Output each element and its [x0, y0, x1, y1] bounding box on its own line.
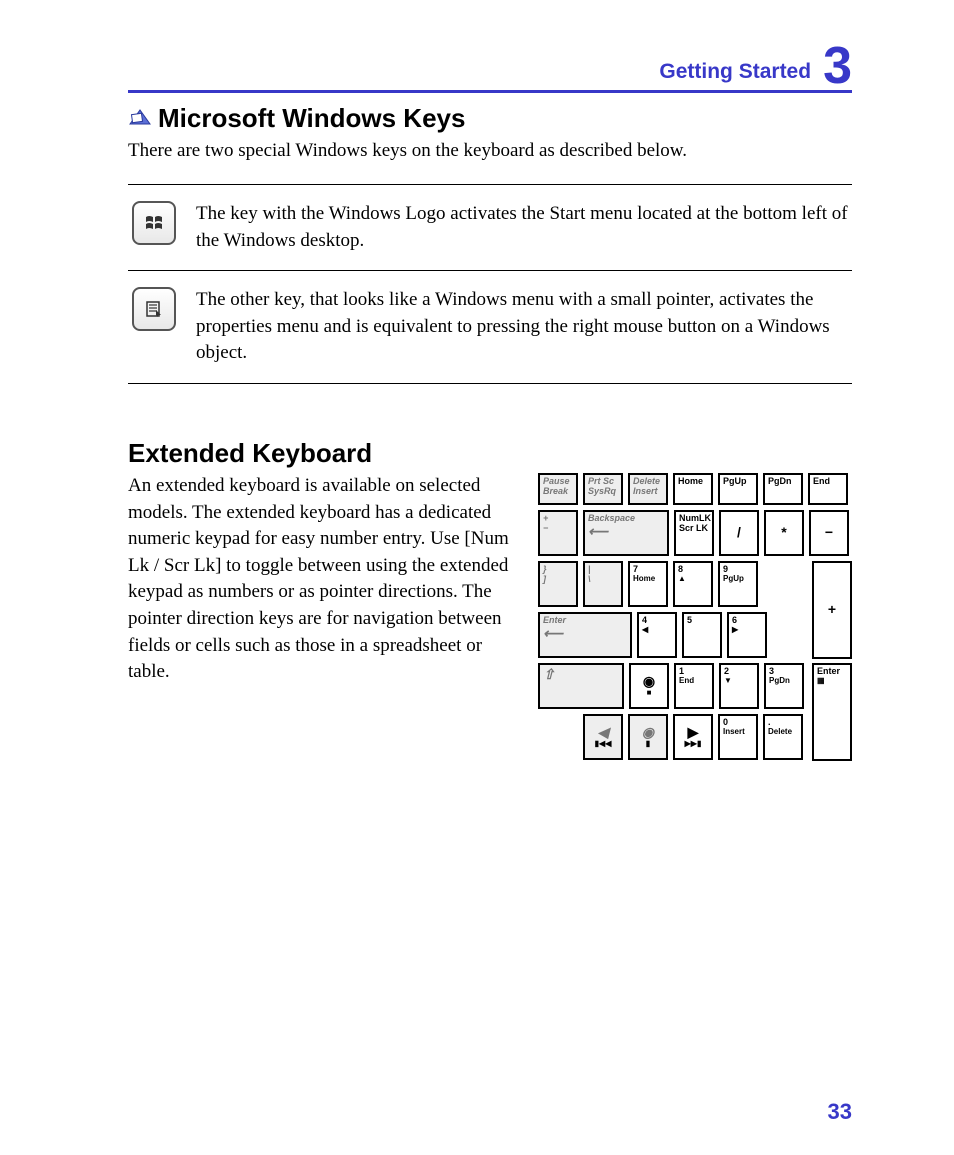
key-pgup: PgUp: [718, 473, 758, 505]
key-9: 9PgUp: [718, 561, 758, 607]
windows-logo-key-icon: [132, 201, 176, 245]
key-media-stop: ◉■: [629, 663, 669, 709]
section2-body: An extended keyboard is available on sel…: [128, 473, 528, 765]
key-arrow-left: ◀▮◀◀: [583, 714, 623, 760]
header-title: Getting Started: [659, 60, 811, 90]
key-minus: −: [809, 510, 849, 556]
key-end: End: [808, 473, 848, 505]
menu-key-icon: [132, 287, 176, 331]
key-plus-tall: +: [812, 561, 852, 659]
key-shift: ⇧: [538, 663, 624, 709]
key-enter-tall: Enter▦: [812, 663, 852, 761]
key-4: 4◀: [637, 612, 677, 658]
key-star: *: [764, 510, 804, 556]
key-6: 6▶: [727, 612, 767, 658]
key-pipe: |\: [583, 561, 623, 607]
key-dot: .Delete: [763, 714, 803, 760]
divider: [128, 383, 852, 384]
menu-key-description: The other key, that looks like a Windows…: [196, 287, 852, 367]
key-8: 8▲: [673, 561, 713, 607]
key-2: 2▼: [719, 663, 759, 709]
key-brace: }]: [538, 561, 578, 607]
section1-heading: Microsoft Windows Keys: [158, 103, 465, 134]
key-prtsc: Prt ScSysRq: [583, 473, 623, 505]
key-1: 1End: [674, 663, 714, 709]
key-backspace: Backspace⟵: [583, 510, 669, 556]
chapter-number: 3: [823, 40, 852, 92]
key-numlk: NumLKScr LK: [674, 510, 714, 556]
key-0: 0Insert: [718, 714, 758, 760]
key-3: 3PgDn: [764, 663, 804, 709]
key-plusminus: +−: [538, 510, 578, 556]
key-pgdn: PgDn: [763, 473, 803, 505]
key-7: 7Home: [628, 561, 668, 607]
page-number: 33: [828, 1099, 852, 1125]
extended-keyboard-diagram: PauseBreak Prt ScSysRq DeleteInsert Home…: [538, 473, 852, 765]
key-arrow-right: ▶▶▶▮: [673, 714, 713, 760]
key-slash: /: [719, 510, 759, 556]
key-pause: PauseBreak: [538, 473, 578, 505]
key-arrow-down: ◉▮: [628, 714, 668, 760]
key-delete: DeleteInsert: [628, 473, 668, 505]
windows-key-description: The key with the Windows Logo activates …: [196, 201, 852, 254]
key-enter: Enter⟵: [538, 612, 632, 658]
key-5: 5: [682, 612, 722, 658]
section2-heading: Extended Keyboard: [128, 438, 852, 469]
key-home: Home: [673, 473, 713, 505]
section-icon: [128, 106, 152, 131]
section1-intro: There are two special Windows keys on th…: [128, 140, 852, 162]
